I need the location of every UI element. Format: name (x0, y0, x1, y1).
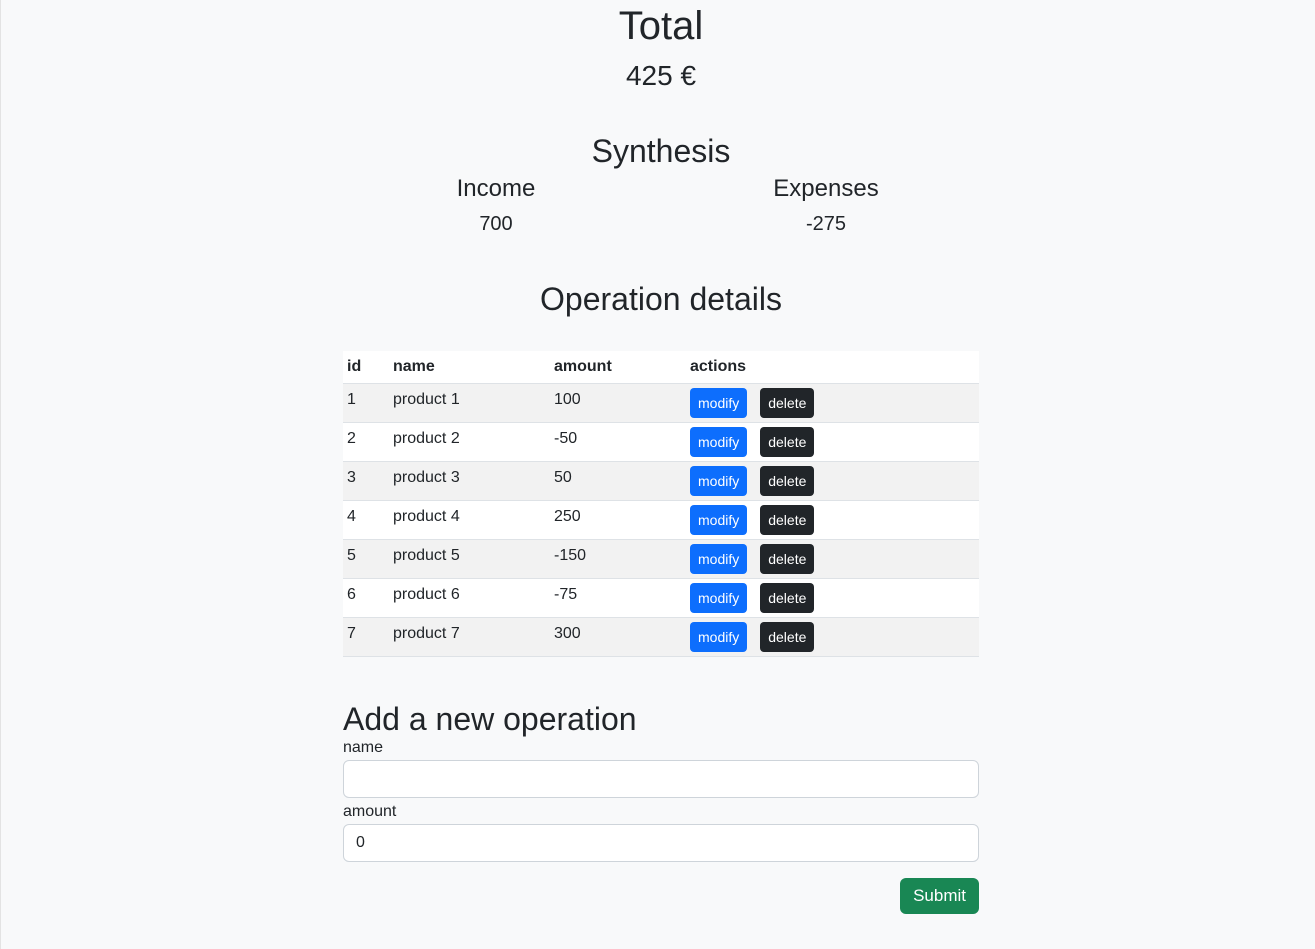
synthesis-grid: Income 700 Expenses -275 (331, 170, 991, 239)
modify-button[interactable]: modify (690, 466, 748, 496)
modify-button[interactable]: modify (690, 505, 748, 535)
cell-amount: 300 (550, 617, 686, 657)
total-value: 425 € (625, 60, 697, 91)
operation-details-title: Operation details (540, 281, 782, 317)
delete-button[interactable]: delete (760, 427, 815, 457)
cell-name: product 1 (389, 383, 550, 423)
add-operation-form: name amount Submit (343, 738, 979, 914)
delete-button[interactable]: delete (760, 466, 815, 496)
expenses-label: Expenses (773, 175, 879, 202)
delete-button[interactable]: delete (760, 583, 815, 613)
cell-actions: modify delete (686, 383, 979, 423)
table-row: 2 product 2 -50 modify delete (343, 422, 979, 462)
column-header-name: name (389, 351, 550, 384)
income-column: Income 700 (331, 170, 661, 239)
cell-id: 1 (343, 383, 389, 423)
column-header-id: id (343, 351, 389, 384)
amount-label: amount (343, 803, 397, 820)
submit-button[interactable]: Submit (900, 878, 979, 914)
table-header-row: id name amount actions (343, 351, 979, 384)
expenses-column: Expenses -275 (661, 170, 991, 239)
cell-amount: 250 (550, 500, 686, 540)
table-row: 3 product 3 50 modify delete (343, 461, 979, 501)
total-section: Total 425 € (343, 0, 979, 100)
cell-amount: 100 (550, 383, 686, 423)
cell-name: product 3 (389, 461, 550, 501)
modify-button[interactable]: modify (690, 622, 748, 652)
amount-input[interactable] (343, 824, 979, 862)
column-header-amount: amount (550, 351, 686, 384)
cell-name: product 6 (389, 578, 550, 618)
name-input[interactable] (343, 760, 979, 798)
cell-actions: modify delete (686, 461, 979, 501)
cell-amount: -75 (550, 578, 686, 618)
main-container: Total 425 € Synthesis Income 700 Expense… (343, 0, 979, 914)
synthesis-section: Synthesis Income 700 Expenses -275 (343, 132, 979, 239)
cell-name: product 5 (389, 539, 550, 579)
submit-row: Submit (343, 878, 979, 914)
synthesis-title: Synthesis (591, 133, 731, 169)
delete-button[interactable]: delete (760, 388, 815, 418)
income-label: Income (456, 175, 536, 202)
name-label: name (343, 739, 384, 756)
cell-id: 3 (343, 461, 389, 501)
cell-amount: 50 (550, 461, 686, 501)
cell-amount: -50 (550, 422, 686, 462)
table-row: 4 product 4 250 modify delete (343, 500, 979, 540)
cell-id: 2 (343, 422, 389, 462)
table-row: 1 product 1 100 modify delete (343, 383, 979, 423)
delete-button[interactable]: delete (760, 544, 815, 574)
modify-button[interactable]: modify (690, 583, 748, 613)
cell-actions: modify delete (686, 578, 979, 618)
cell-actions: modify delete (686, 422, 979, 462)
cell-id: 5 (343, 539, 389, 579)
cell-actions: modify delete (686, 539, 979, 579)
cell-name: product 2 (389, 422, 550, 462)
operations-table: id name amount actions 1 product 1 100 m… (343, 351, 979, 657)
column-header-actions: actions (686, 351, 979, 384)
cell-name: product 7 (389, 617, 550, 657)
table-row: 7 product 7 300 modify delete (343, 617, 979, 657)
delete-button[interactable]: delete (760, 505, 815, 535)
delete-button[interactable]: delete (760, 622, 815, 652)
table-row: 5 product 5 -150 modify delete (343, 539, 979, 579)
table-row: 6 product 6 -75 modify delete (343, 578, 979, 618)
modify-button[interactable]: modify (690, 544, 748, 574)
cell-actions: modify delete (686, 617, 979, 657)
cell-amount: -150 (550, 539, 686, 579)
total-title: Total (618, 4, 704, 48)
add-operation-title: Add a new operation (343, 701, 637, 737)
cell-actions: modify delete (686, 500, 979, 540)
income-value: 700 (479, 213, 513, 235)
cell-name: product 4 (389, 500, 550, 540)
modify-button[interactable]: modify (690, 388, 748, 418)
expenses-value: -275 (805, 213, 847, 235)
cell-id: 6 (343, 578, 389, 618)
cell-id: 7 (343, 617, 389, 657)
modify-button[interactable]: modify (690, 427, 748, 457)
cell-id: 4 (343, 500, 389, 540)
